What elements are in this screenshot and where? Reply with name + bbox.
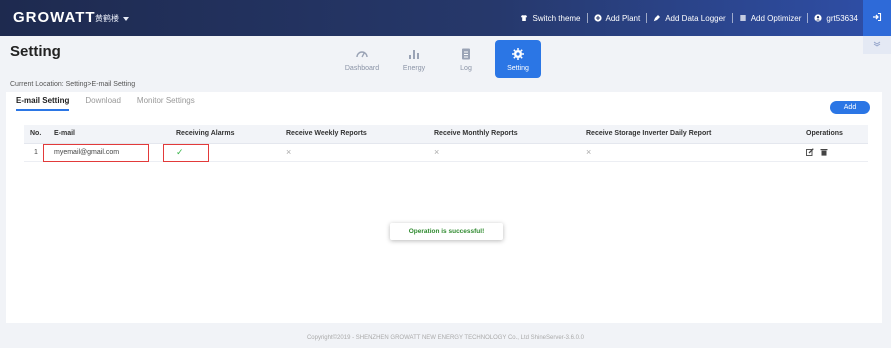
cross-icon: × — [580, 143, 800, 162]
module-tabs: Dashboard Energy Log Setting — [339, 40, 541, 78]
tab-dashboard[interactable]: Dashboard — [339, 40, 385, 78]
tab-setting[interactable]: Setting — [495, 40, 541, 78]
email-table: No. E-mail Receiving Alarms Receive Week… — [24, 125, 868, 162]
column-header-email: E-mail — [48, 125, 170, 144]
optimizer-icon — [739, 14, 747, 22]
edit-icon[interactable] — [806, 148, 814, 156]
email-highlight-box — [43, 144, 149, 162]
user-menu[interactable]: grt53634 — [814, 14, 858, 23]
chevron-down-icon — [123, 16, 129, 21]
page-title: Setting — [10, 43, 61, 60]
tab-log[interactable]: Log — [443, 40, 489, 78]
tab-setting-label: Setting — [507, 64, 529, 72]
top-nav: Switch theme Add Plant Add Data Logger A… — [520, 0, 858, 36]
tab-log-label: Log — [460, 64, 472, 72]
top-bar: GROWATT 黄鹤楼 Switch theme Add Plant Add D… — [0, 0, 891, 36]
success-toast: Operation is successful! — [390, 223, 503, 240]
plus-circle-icon — [593, 14, 602, 22]
add-button[interactable]: Add — [830, 101, 870, 114]
delete-icon[interactable] — [820, 148, 828, 156]
switch-theme-link[interactable]: Switch theme — [520, 13, 581, 23]
logout-icon — [872, 12, 882, 25]
shirt-icon — [520, 14, 528, 22]
column-header-weekly: Receive Weekly Reports — [280, 125, 428, 144]
log-icon — [462, 48, 470, 59]
email-settings-panel: E-mail Setting Download Monitor Settings… — [6, 92, 882, 323]
gauge-icon — [356, 50, 368, 57]
growatt-logo[interactable]: GROWATT — [13, 9, 96, 26]
nav-divider — [731, 13, 733, 23]
column-header-operations: Operations — [800, 125, 868, 144]
username: grt53634 — [826, 13, 858, 23]
alarm-highlight-box — [163, 144, 209, 162]
plant-selector[interactable]: 黄鹤楼 — [95, 13, 129, 24]
add-plant-label: Add Plant — [605, 13, 641, 23]
tab-energy[interactable]: Energy — [391, 40, 437, 78]
column-header-storage-daily: Receive Storage Inverter Daily Report — [580, 125, 800, 144]
plug-icon — [653, 14, 661, 22]
plant-name: 黄鹤楼 — [95, 14, 119, 23]
tab-monitor-settings[interactable]: Monitor Settings — [137, 96, 195, 111]
tab-email-setting[interactable]: E-mail Setting — [16, 96, 70, 111]
chevrons-down-icon — [873, 41, 881, 49]
table-row: 1 myemail@gmail.com ✓ × × × — [24, 143, 868, 162]
tab-dashboard-label: Dashboard — [344, 64, 380, 72]
add-optimizer-link[interactable]: Add Optimizer — [739, 13, 802, 23]
breadcrumb: Current Location: Setting>E-mail Setting — [10, 81, 136, 88]
add-data-logger-link[interactable]: Add Data Logger — [653, 14, 726, 23]
add-plant-link[interactable]: Add Plant — [593, 13, 641, 23]
user-icon — [814, 14, 823, 22]
operations-cell — [800, 143, 868, 162]
sub-tabs: E-mail Setting Download Monitor Settings — [16, 96, 195, 111]
tab-energy-label: Energy — [402, 64, 426, 72]
add-data-logger-label: Add Data Logger — [665, 13, 726, 23]
column-header-no: No. — [24, 125, 48, 144]
bar-chart-icon — [409, 49, 419, 59]
cross-icon: × — [428, 143, 580, 162]
nav-divider — [586, 13, 588, 23]
footer-copyright: Copyright©2019 - SHENZHEN GROWATT NEW EN… — [306, 334, 585, 341]
table-header-row: No. E-mail Receiving Alarms Receive Week… — [24, 125, 868, 144]
add-optimizer-label: Add Optimizer — [750, 13, 802, 23]
collapse-toggle-button[interactable] — [863, 36, 891, 54]
switch-theme-label: Switch theme — [532, 13, 581, 23]
nav-divider — [807, 13, 809, 23]
tab-download[interactable]: Download — [85, 96, 121, 111]
logout-button[interactable] — [863, 0, 891, 36]
column-header-alarms: Receiving Alarms — [170, 125, 280, 144]
column-header-monthly: Receive Monthly Reports — [428, 125, 580, 144]
cross-icon: × — [280, 143, 428, 162]
gear-icon — [512, 47, 524, 60]
nav-divider — [646, 13, 648, 23]
